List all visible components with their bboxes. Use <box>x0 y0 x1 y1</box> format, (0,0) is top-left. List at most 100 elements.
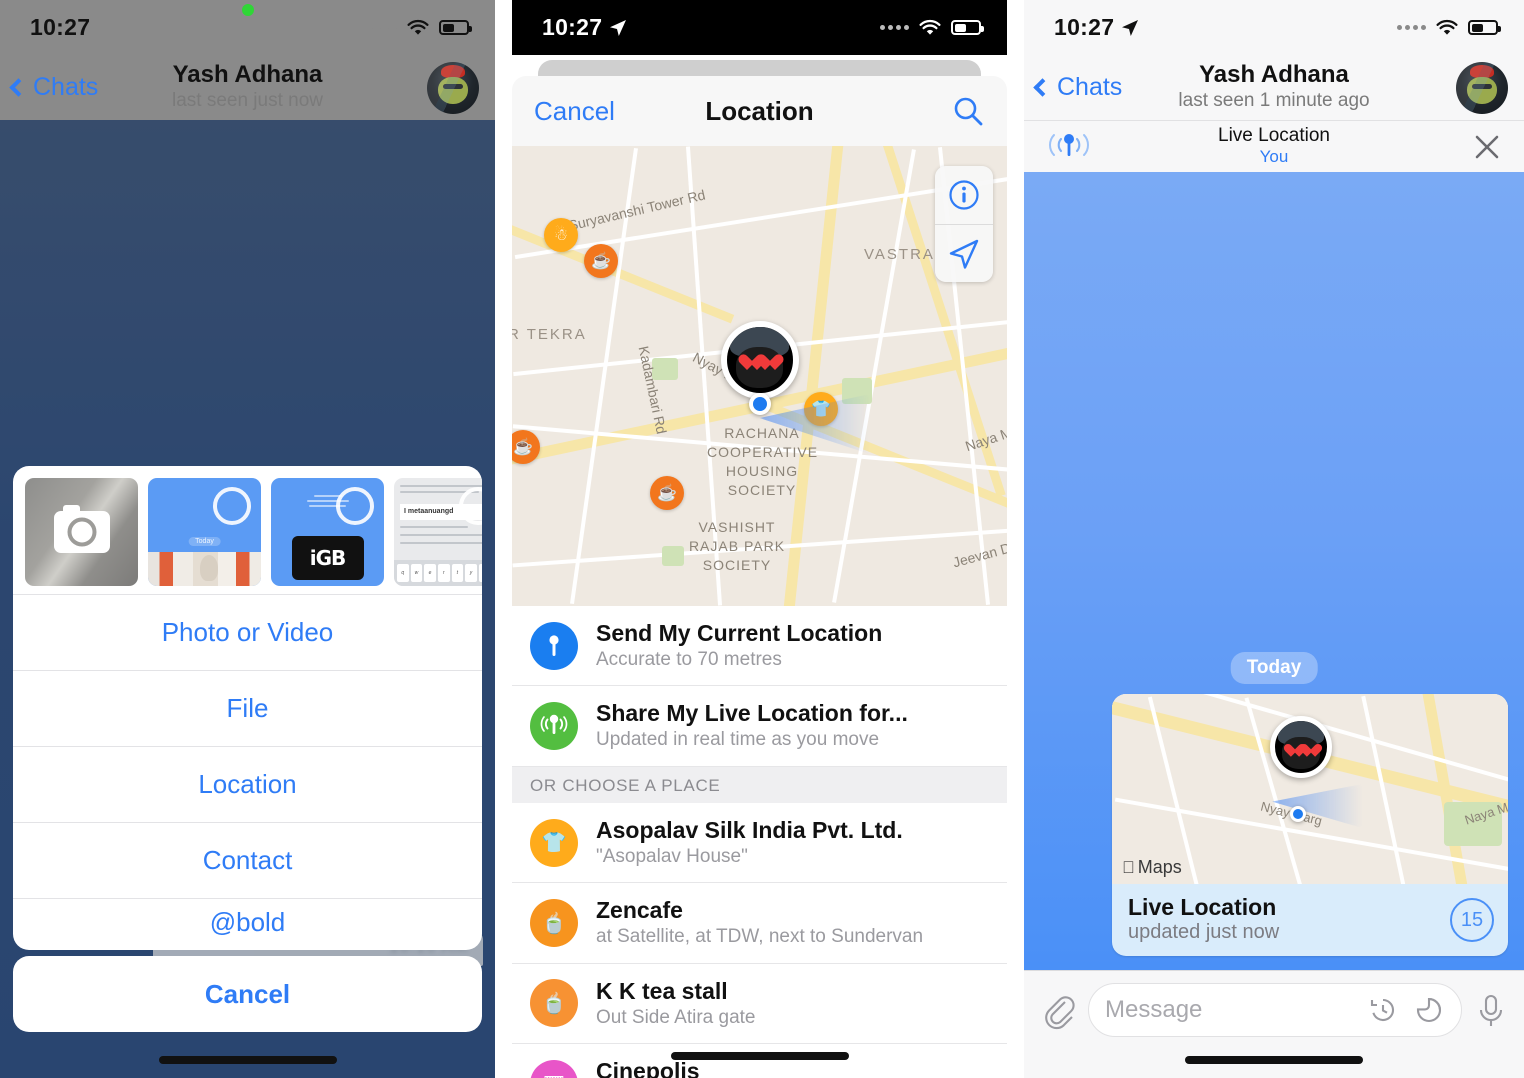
map-label-rachana-society: RACHANA COOPERATIVE HOUSING SOCIETY <box>707 425 819 498</box>
status-time: 10:27 <box>542 14 628 41</box>
live-location-message-bubble[interactable]: Nyay Marg Naya M  Maps <box>1112 694 1508 956</box>
cellular-signal-icon <box>880 25 909 30</box>
place-subtitle: "Asopalav House" <box>596 845 748 867</box>
battery-icon <box>951 20 984 35</box>
place-title: Cinepolis <box>596 1058 700 1078</box>
photo-tile-1[interactable]: Today <box>148 478 261 586</box>
day-divider: Today <box>1230 652 1318 684</box>
status-time: 10:27 <box>30 14 91 40</box>
banner-title: Live Location <box>1218 125 1330 147</box>
live-pin-icon <box>530 702 578 751</box>
avatar[interactable] <box>1456 61 1508 114</box>
message-subtitle: updated just now <box>1128 921 1280 943</box>
wifi-icon <box>407 19 429 35</box>
banner-subtitle: You <box>1259 147 1289 167</box>
chat-background: 10:10 AM Today iGB <box>0 120 495 1078</box>
my-location-dot <box>748 393 771 415</box>
apple-logo-icon:  <box>1122 858 1135 878</box>
wifi-icon <box>1436 19 1458 35</box>
message-location-dot <box>1290 806 1306 822</box>
self-destruct-timer-icon[interactable] <box>1367 994 1399 1026</box>
place-row[interactable]: 🍵 Zencafe at Satellite, at TDW, next to … <box>512 883 1007 964</box>
status-bar: 10:27 <box>1024 0 1524 55</box>
microphone-icon[interactable] <box>1474 991 1508 1031</box>
location-arrow-icon <box>610 19 627 36</box>
place-row[interactable]: 👕 Asopalav Silk India Pvt. Ltd. "Asopala… <box>512 802 1007 884</box>
battery-icon <box>439 20 472 35</box>
poi-marker-amenity[interactable]: ☃ <box>544 218 578 252</box>
avatar[interactable] <box>427 61 479 114</box>
cancel-button[interactable]: Cancel <box>13 956 482 1032</box>
poi-marker-cafe[interactable]: ☕ <box>650 476 684 510</box>
chevron-left-icon <box>1033 78 1052 97</box>
location-modal: Cancel Location Suryavanshi Tower Rd VAS… <box>512 76 1007 1078</box>
send-current-location-row[interactable]: Send My Current Location Accurate to 70 … <box>512 606 1007 687</box>
status-bar: 10:27 <box>512 0 1007 55</box>
three-panel-screenshot: 10:27 Chats Yash Adhana last seen just n… <box>0 0 1524 1078</box>
place-row[interactable]: 🎞 Cinepolis Alpha One Mall <box>512 1044 1007 1078</box>
tile-caption-1: Today <box>188 537 221 546</box>
chat-nav-header: Chats Yash Adhana last seen 1 minute ago <box>1024 55 1524 120</box>
back-to-chats-button[interactable]: Chats <box>1033 73 1123 102</box>
message-input-field[interactable]: Message <box>1088 983 1462 1037</box>
place-row[interactable]: 🍵 K K tea stall Out Side Atira gate <box>512 963 1007 1045</box>
back-label: Chats <box>33 73 99 101</box>
select-circle-icon[interactable] <box>213 487 251 525</box>
back-label: Chats <box>1057 73 1123 101</box>
media-thumbnail-strip[interactable]: Today iGB I metaanuangd qwertyui <box>13 466 482 594</box>
search-icon[interactable] <box>951 94 985 128</box>
close-icon[interactable] <box>1472 132 1502 162</box>
kettle-icon: 🍵 <box>530 979 578 1028</box>
place-title: K K tea stall <box>596 977 728 1004</box>
doc-title: I metaanuangd <box>404 508 454 515</box>
live-location-banner[interactable]: Live Location You <box>1024 120 1524 172</box>
recording-indicator-dot <box>241 4 254 16</box>
status-bar: 10:27 <box>0 0 495 55</box>
map-label-area: VASTRA <box>864 246 935 263</box>
wifi-icon <box>919 19 941 35</box>
location-arrow-icon <box>1122 19 1139 36</box>
status-time: 10:27 <box>1054 14 1140 41</box>
map-label-vashisht-society: VASHISHT RAJAB PARK SOCIETY <box>688 519 786 573</box>
attachment-action-sheet: Today iGB I metaanuangd qwertyui <box>13 466 482 950</box>
place-subtitle: at Satellite, at TDW, next to Sundervan <box>596 926 924 948</box>
home-indicator <box>158 1056 337 1064</box>
cancel-button[interactable]: Cancel <box>534 96 615 127</box>
sticker-icon[interactable] <box>1413 994 1445 1026</box>
chevron-left-icon <box>9 78 28 97</box>
chat-nav-header: Chats Yash Adhana last seen just now <box>0 55 495 120</box>
my-location-avatar-pin <box>720 321 799 399</box>
chat-background: Today Nyay Marg Naya M Maps Live Locatio… <box>1024 172 1524 970</box>
map-controls[interactable] <box>935 166 993 282</box>
cellular-signal-icon <box>1397 25 1426 30</box>
message-map-preview[interactable]: Nyay Marg Naya M  Maps <box>1112 694 1508 884</box>
share-live-location-row[interactable]: Share My Live Location for... Updated in… <box>512 686 1007 767</box>
location-options-list: Send My Current Location Accurate to 70 … <box>512 606 1007 1078</box>
home-indicator <box>670 1052 849 1060</box>
locate-icon[interactable] <box>935 224 993 282</box>
sheet-option-contact[interactable]: Contact <box>13 822 482 898</box>
panel-location-picker: 10:27 Cancel Location Suryavanshi Tower … <box>512 0 1007 1078</box>
apple-maps-attribution:  Maps <box>1122 857 1182 878</box>
camera-tile[interactable] <box>25 478 138 586</box>
back-to-chats-button[interactable]: Chats <box>9 73 99 102</box>
paperclip-icon[interactable] <box>1040 991 1076 1031</box>
panel-chat-attachment-menu: 10:27 Chats Yash Adhana last seen just n… <box>0 0 495 1078</box>
place-title: Asopalav Silk India Pvt. Ltd. <box>596 816 903 843</box>
teapot-icon: 🍵 <box>530 899 578 948</box>
sheet-option-bold[interactable]: @bold <box>13 898 482 950</box>
photo-tile-3[interactable]: I metaanuangd qwertyui <box>394 478 482 586</box>
message-avatar-pin <box>1270 716 1332 778</box>
sheet-option-photo-or-video[interactable]: Photo or Video <box>13 594 482 670</box>
row-title: Send My Current Location <box>596 620 883 646</box>
map-view[interactable]: Suryavanshi Tower Rd VASTRA R TEKRA Nyay… <box>512 146 1007 606</box>
film-icon: 🎞 <box>530 1059 578 1078</box>
poi-marker-food[interactable]: ☕ <box>584 244 618 278</box>
sheet-option-file[interactable]: File <box>13 670 482 746</box>
pin-icon <box>530 621 578 670</box>
info-icon[interactable] <box>935 166 993 224</box>
row-title: Share My Live Location for... <box>596 700 908 727</box>
sheet-option-location[interactable]: Location <box>13 746 482 822</box>
photo-tile-2[interactable]: iGB <box>271 478 384 586</box>
home-indicator <box>1185 1056 1363 1064</box>
